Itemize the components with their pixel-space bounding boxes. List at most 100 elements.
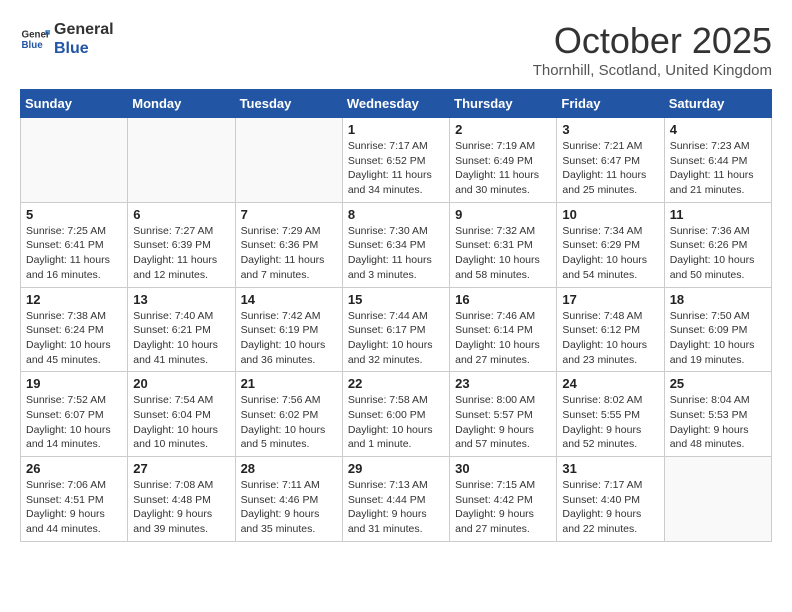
calendar-cell: 11Sunrise: 7:36 AM Sunset: 6:26 PM Dayli… xyxy=(664,202,771,287)
weekday-header-thursday: Thursday xyxy=(450,90,557,118)
calendar-cell xyxy=(235,118,342,203)
day-number: 21 xyxy=(241,376,337,391)
logo-blue: Blue xyxy=(54,39,114,58)
day-number: 26 xyxy=(26,461,122,476)
calendar-week-row: 12Sunrise: 7:38 AM Sunset: 6:24 PM Dayli… xyxy=(21,287,772,372)
calendar-cell: 31 Sunrise: 7:17 AM Sunset: 4:40 PM Dayli… xyxy=(557,457,664,542)
weekday-header-monday: Monday xyxy=(128,90,235,118)
day-info: Sunrise: 7:44 AM Sunset: 6:17 PM Dayligh… xyxy=(348,309,444,368)
day-info: Sunrise: 7:29 AM Sunset: 6:36 PM Dayligh… xyxy=(241,224,337,283)
day-info: Sunrise: 7:13 AM Sunset: 4:44 PM Dayligh… xyxy=(348,478,444,537)
day-info: Sunrise: 8:02 AM Sunset: 5:55 PM Dayligh… xyxy=(562,393,658,452)
day-number: 9 xyxy=(455,207,551,222)
title-area: October 2025 Thornhill, Scotland, United… xyxy=(533,20,772,79)
day-info: Sunrise: 7:25 AM Sunset: 6:41 PM Dayligh… xyxy=(26,224,122,283)
calendar-week-row: 5 Sunrise: 7:25 AM Sunset: 6:41 PM Daylig… xyxy=(21,202,772,287)
day-number: 17 xyxy=(562,292,658,307)
day-number: 18 xyxy=(670,292,766,307)
calendar-cell: 9 Sunrise: 7:32 AM Sunset: 6:31 PM Daylig… xyxy=(450,202,557,287)
day-info: Sunrise: 7:17 AM Sunset: 6:52 PM Dayligh… xyxy=(348,139,444,198)
calendar-cell: 5 Sunrise: 7:25 AM Sunset: 6:41 PM Daylig… xyxy=(21,202,128,287)
day-number: 8 xyxy=(348,207,444,222)
month-title: October 2025 xyxy=(533,20,772,62)
calendar-table: SundayMondayTuesdayWednesdayThursdayFrid… xyxy=(20,89,772,542)
day-number: 12 xyxy=(26,292,122,307)
day-number: 7 xyxy=(241,207,337,222)
day-number: 1 xyxy=(348,122,444,137)
day-info: Sunrise: 7:21 AM Sunset: 6:47 PM Dayligh… xyxy=(562,139,658,198)
calendar-cell: 6Sunrise: 7:27 AM Sunset: 6:39 PM Daylig… xyxy=(128,202,235,287)
day-info: Sunrise: 7:30 AM Sunset: 6:34 PM Dayligh… xyxy=(348,224,444,283)
day-number: 30 xyxy=(455,461,551,476)
day-number: 28 xyxy=(241,461,337,476)
day-info: Sunrise: 7:19 AM Sunset: 6:49 PM Dayligh… xyxy=(455,139,551,198)
calendar-cell: 23 Sunrise: 8:00 AM Sunset: 5:57 PM Dayli… xyxy=(450,372,557,457)
calendar-cell xyxy=(21,118,128,203)
day-number: 5 xyxy=(26,207,122,222)
day-number: 14 xyxy=(241,292,337,307)
calendar-week-row: 19 Sunrise: 7:52 AM Sunset: 6:07 PM Dayli… xyxy=(21,372,772,457)
day-info: Sunrise: 7:08 AM Sunset: 4:48 PM Dayligh… xyxy=(133,478,229,537)
calendar-cell: 17 Sunrise: 7:48 AM Sunset: 6:12 PM Dayli… xyxy=(557,287,664,372)
day-number: 13 xyxy=(133,292,229,307)
day-number: 20 xyxy=(133,376,229,391)
calendar-cell: 7 Sunrise: 7:29 AM Sunset: 6:36 PM Daylig… xyxy=(235,202,342,287)
calendar-cell: 28 Sunrise: 7:11 AM Sunset: 4:46 PM Dayli… xyxy=(235,457,342,542)
calendar-cell: 20 Sunrise: 7:54 AM Sunset: 6:04 PM Dayli… xyxy=(128,372,235,457)
weekday-header-row: SundayMondayTuesdayWednesdayThursdayFrid… xyxy=(21,90,772,118)
calendar-cell: 22 Sunrise: 7:58 AM Sunset: 6:00 PM Dayli… xyxy=(342,372,449,457)
day-number: 23 xyxy=(455,376,551,391)
calendar-week-row: 1 Sunrise: 7:17 AM Sunset: 6:52 PM Daylig… xyxy=(21,118,772,203)
calendar-cell xyxy=(128,118,235,203)
day-number: 22 xyxy=(348,376,444,391)
day-number: 3 xyxy=(562,122,658,137)
calendar-cell: 10 Sunrise: 7:34 AM Sunset: 6:29 PM Dayli… xyxy=(557,202,664,287)
day-info: Sunrise: 7:50 AM Sunset: 6:09 PM Dayligh… xyxy=(670,309,766,368)
calendar-cell: 8 Sunrise: 7:30 AM Sunset: 6:34 PM Daylig… xyxy=(342,202,449,287)
day-number: 31 xyxy=(562,461,658,476)
day-number: 24 xyxy=(562,376,658,391)
day-info: Sunrise: 7:54 AM Sunset: 6:04 PM Dayligh… xyxy=(133,393,229,452)
calendar-cell: 12Sunrise: 7:38 AM Sunset: 6:24 PM Dayli… xyxy=(21,287,128,372)
page-header: General Blue General Blue October 2025 T… xyxy=(20,20,772,79)
day-info: Sunrise: 7:06 AM Sunset: 4:51 PM Dayligh… xyxy=(26,478,122,537)
calendar-cell: 25Sunrise: 8:04 AM Sunset: 5:53 PM Dayli… xyxy=(664,372,771,457)
calendar-cell: 19 Sunrise: 7:52 AM Sunset: 6:07 PM Dayli… xyxy=(21,372,128,457)
calendar-cell: 29 Sunrise: 7:13 AM Sunset: 4:44 PM Dayli… xyxy=(342,457,449,542)
svg-text:Blue: Blue xyxy=(22,40,44,51)
day-info: Sunrise: 7:46 AM Sunset: 6:14 PM Dayligh… xyxy=(455,309,551,368)
calendar-cell: 30Sunrise: 7:15 AM Sunset: 4:42 PM Dayli… xyxy=(450,457,557,542)
day-info: Sunrise: 7:11 AM Sunset: 4:46 PM Dayligh… xyxy=(241,478,337,537)
location-title: Thornhill, Scotland, United Kingdom xyxy=(533,62,772,79)
calendar-cell: 16 Sunrise: 7:46 AM Sunset: 6:14 PM Dayli… xyxy=(450,287,557,372)
calendar-cell: 27Sunrise: 7:08 AM Sunset: 4:48 PM Dayli… xyxy=(128,457,235,542)
calendar-cell: 3 Sunrise: 7:21 AM Sunset: 6:47 PM Daylig… xyxy=(557,118,664,203)
day-number: 4 xyxy=(670,122,766,137)
calendar-cell: 2 Sunrise: 7:19 AM Sunset: 6:49 PM Daylig… xyxy=(450,118,557,203)
day-info: Sunrise: 7:32 AM Sunset: 6:31 PM Dayligh… xyxy=(455,224,551,283)
day-number: 6 xyxy=(133,207,229,222)
day-info: Sunrise: 7:42 AM Sunset: 6:19 PM Dayligh… xyxy=(241,309,337,368)
calendar-cell: 4 Sunrise: 7:23 AM Sunset: 6:44 PM Daylig… xyxy=(664,118,771,203)
day-number: 29 xyxy=(348,461,444,476)
day-info: Sunrise: 7:36 AM Sunset: 6:26 PM Dayligh… xyxy=(670,224,766,283)
day-info: Sunrise: 7:52 AM Sunset: 6:07 PM Dayligh… xyxy=(26,393,122,452)
calendar-week-row: 26 Sunrise: 7:06 AM Sunset: 4:51 PM Dayli… xyxy=(21,457,772,542)
day-info: Sunrise: 8:00 AM Sunset: 5:57 PM Dayligh… xyxy=(455,393,551,452)
calendar-cell: 21Sunrise: 7:56 AM Sunset: 6:02 PM Dayli… xyxy=(235,372,342,457)
day-number: 19 xyxy=(26,376,122,391)
day-info: Sunrise: 7:23 AM Sunset: 6:44 PM Dayligh… xyxy=(670,139,766,198)
weekday-header-tuesday: Tuesday xyxy=(235,90,342,118)
calendar-cell xyxy=(664,457,771,542)
weekday-header-friday: Friday xyxy=(557,90,664,118)
day-info: Sunrise: 7:17 AM Sunset: 4:40 PM Dayligh… xyxy=(562,478,658,537)
day-number: 16 xyxy=(455,292,551,307)
day-number: 10 xyxy=(562,207,658,222)
day-info: Sunrise: 7:48 AM Sunset: 6:12 PM Dayligh… xyxy=(562,309,658,368)
day-number: 2 xyxy=(455,122,551,137)
weekday-header-sunday: Sunday xyxy=(21,90,128,118)
day-info: Sunrise: 8:04 AM Sunset: 5:53 PM Dayligh… xyxy=(670,393,766,452)
calendar-cell: 13Sunrise: 7:40 AM Sunset: 6:21 PM Dayli… xyxy=(128,287,235,372)
day-info: Sunrise: 7:58 AM Sunset: 6:00 PM Dayligh… xyxy=(348,393,444,452)
day-info: Sunrise: 7:34 AM Sunset: 6:29 PM Dayligh… xyxy=(562,224,658,283)
